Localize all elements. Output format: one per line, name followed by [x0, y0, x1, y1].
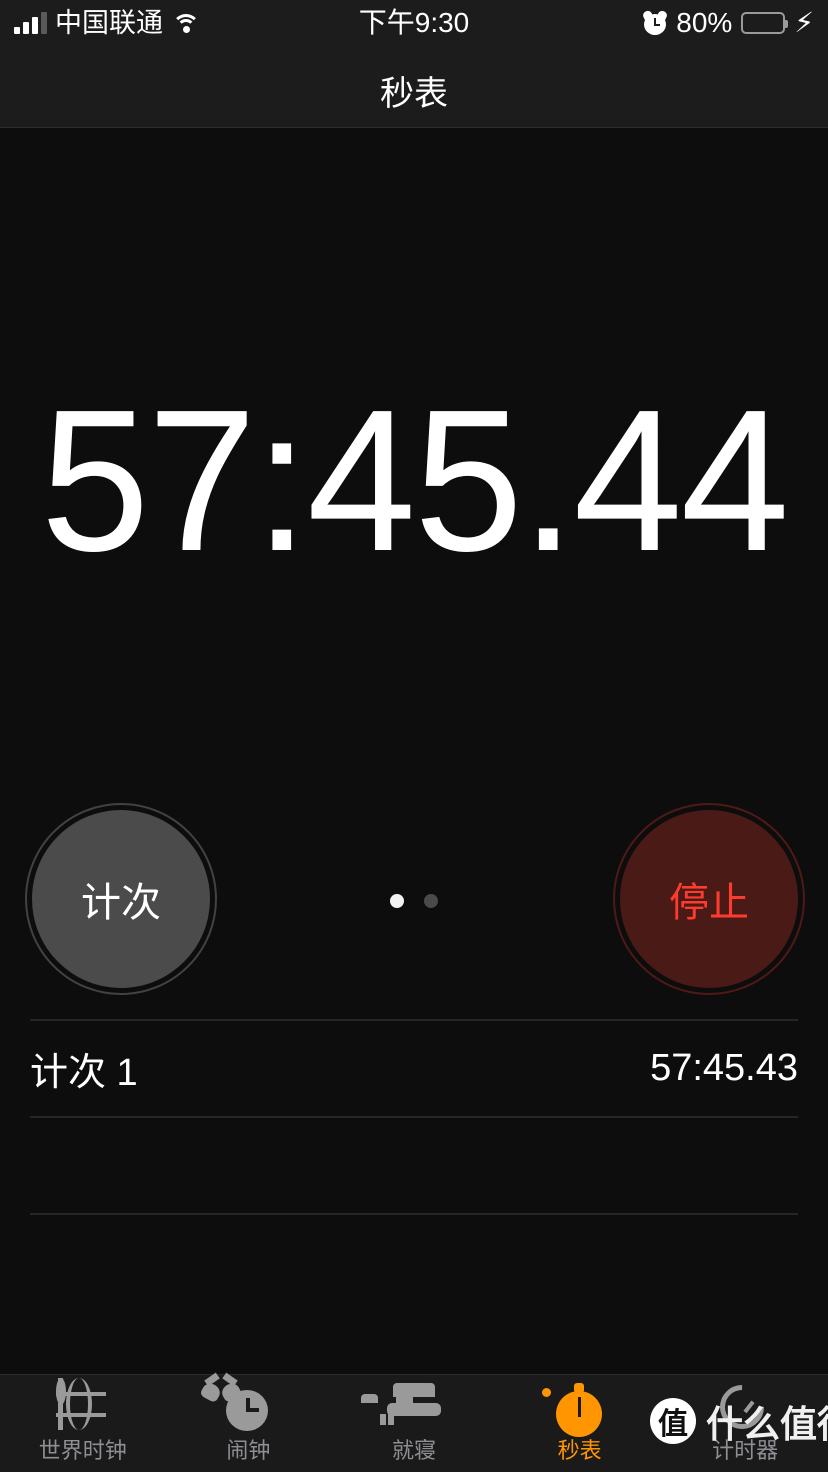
- tab-bedtime[interactable]: 就寝: [331, 1375, 497, 1472]
- tab-label: 就寝: [391, 1438, 436, 1463]
- status-bar: 中国联通 下午9:30 80% ⚡: [0, 0, 828, 46]
- battery-percent-label: 80%: [676, 7, 733, 38]
- page-title: 秒表: [380, 75, 448, 113]
- stopwatch-controls: 计次 停止: [0, 803, 828, 995]
- tab-world-clock[interactable]: 世界时钟: [0, 1375, 166, 1472]
- alarm-clock-icon: [642, 9, 669, 35]
- timer-icon: [711, 1375, 774, 1439]
- tab-label: 世界时钟: [38, 1438, 127, 1463]
- lap-list[interactable]: 计次 1 57:45.43: [0, 1019, 828, 1373]
- status-bar-right: 80% ⚡: [642, 0, 814, 46]
- lap-time: 57:45.43: [650, 1047, 798, 1089]
- stopwatch-app-screen: 中国联通 下午9:30 80% ⚡ 秒表 57:45.44 计次 停止 计次 1…: [0, 0, 828, 1472]
- stopwatch-time-display: 57:45.44: [40, 367, 790, 594]
- tab-label: 闹钟: [226, 1438, 271, 1463]
- bed-icon: [360, 1383, 441, 1437]
- nav-bar: 秒表: [0, 46, 828, 128]
- tab-label: 计时器: [712, 1438, 779, 1463]
- table-row: [30, 1213, 798, 1310]
- globe-icon: [55, 1378, 110, 1437]
- stopwatch-icon: [541, 1383, 607, 1437]
- table-row: [30, 1116, 798, 1213]
- table-row: 计次 1 57:45.43: [30, 1019, 798, 1116]
- timer-area: 57:45.44: [0, 128, 828, 788]
- lap-label: 计次 1: [30, 1052, 138, 1094]
- page-dots[interactable]: [0, 894, 828, 908]
- tab-stopwatch[interactable]: 秒表: [497, 1375, 663, 1472]
- tab-alarm[interactable]: 闹钟: [166, 1372, 332, 1472]
- page-dot-2[interactable]: [424, 894, 438, 908]
- tab-label: 秒表: [557, 1438, 602, 1463]
- lightning-bolt-icon: ⚡: [794, 7, 814, 38]
- alarm-clock-icon: [199, 1372, 275, 1437]
- battery-icon: [741, 12, 789, 34]
- tab-bar: 世界时钟 闹钟 就寝 秒表 计时器: [0, 1372, 828, 1472]
- tab-timer[interactable]: 计时器: [662, 1375, 828, 1472]
- page-dot-1[interactable]: [390, 894, 404, 908]
